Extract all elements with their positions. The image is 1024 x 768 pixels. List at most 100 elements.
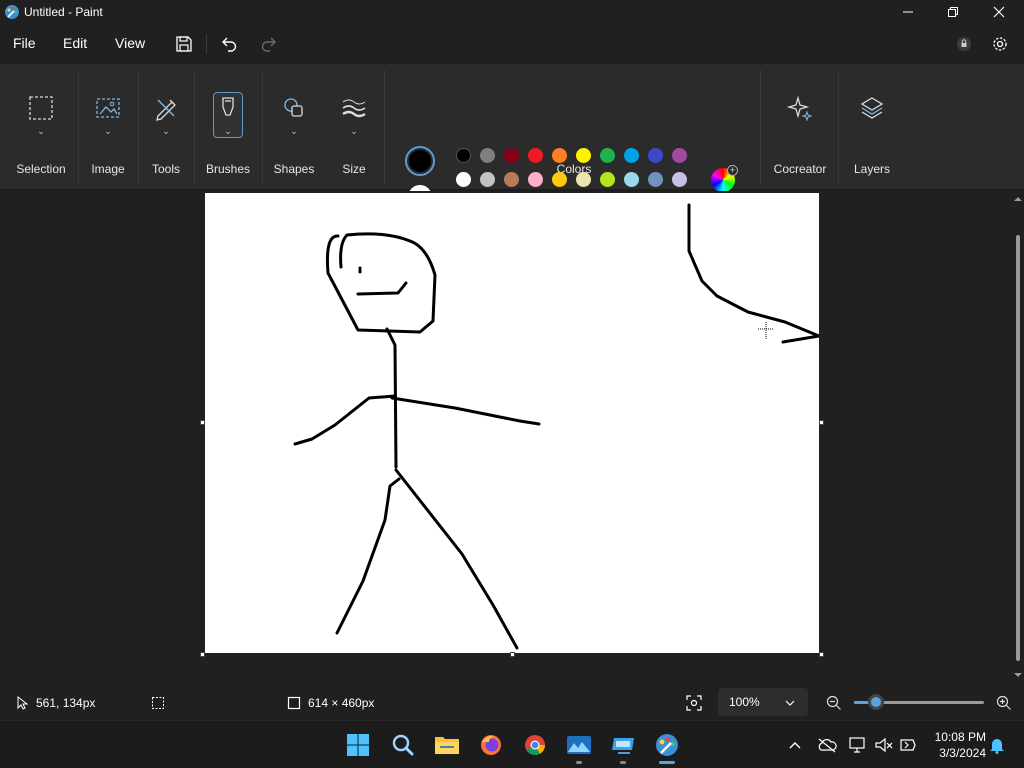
- color-swatch[interactable]: [624, 148, 639, 163]
- color-swatch[interactable]: [648, 172, 663, 187]
- size-group[interactable]: ⌄ Size: [330, 64, 378, 190]
- title-bar: Untitled - Paint: [0, 0, 1024, 24]
- layers-label: Layers: [853, 162, 891, 176]
- color-swatch[interactable]: [456, 172, 471, 187]
- color-swatch[interactable]: [600, 148, 615, 163]
- color-swatch[interactable]: [672, 148, 687, 163]
- zoom-in-icon[interactable]: [996, 695, 1012, 711]
- taskbar-clock[interactable]: 10:08 PM 3/3/2024: [926, 729, 986, 761]
- tray-network[interactable]: [848, 735, 868, 755]
- color-swatch[interactable]: [480, 148, 495, 163]
- taskbar-file-explorer[interactable]: [433, 731, 461, 759]
- zoom-slider-thumb[interactable]: [868, 694, 884, 710]
- gear-icon: [993, 37, 1007, 51]
- notifications-button[interactable]: [987, 735, 1007, 755]
- color-swatch[interactable]: [576, 148, 591, 163]
- taskbar: 10:08 PM 3/3/2024: [0, 720, 1024, 768]
- minimize-button[interactable]: [885, 0, 931, 24]
- tray-overflow-button[interactable]: [785, 735, 805, 755]
- cocreator-group[interactable]: Cocreator: [766, 64, 834, 190]
- settings-button[interactable]: [988, 32, 1012, 56]
- ribbon-divider: [194, 70, 195, 184]
- colors-label: Colors: [556, 162, 592, 176]
- color-swatch[interactable]: [552, 148, 567, 163]
- save-icon: [176, 36, 192, 52]
- stick-figure-head: [326, 232, 437, 334]
- clock-date: 3/3/2024: [939, 746, 986, 760]
- color-swatch[interactable]: [648, 148, 663, 163]
- resize-handle-left[interactable]: [200, 420, 205, 425]
- battery-icon: [900, 739, 916, 751]
- shapes-label: Shapes: [273, 162, 315, 176]
- cloud-off-icon: [818, 738, 837, 753]
- windows-start-icon: [347, 734, 369, 756]
- start-button[interactable]: [344, 731, 372, 759]
- fit-to-window-icon[interactable]: [686, 695, 702, 711]
- tray-volume[interactable]: [874, 735, 894, 755]
- layers-group[interactable]: Layers: [842, 64, 902, 190]
- zoom-dropdown[interactable]: 100%: [718, 688, 808, 716]
- ribbon-divider: [838, 70, 839, 184]
- color-swatch[interactable]: [624, 172, 639, 187]
- color-swatch[interactable]: [600, 172, 615, 187]
- taskbar-firefox[interactable]: [477, 731, 505, 759]
- color-swatch[interactable]: [504, 172, 519, 187]
- menu-edit[interactable]: Edit: [63, 35, 87, 51]
- color-swatch[interactable]: [528, 148, 543, 163]
- menu-view[interactable]: View: [115, 35, 145, 51]
- menu-bar: File Edit View: [0, 24, 1024, 64]
- scrollbar-thumb[interactable]: [1016, 235, 1020, 661]
- ribbon-divider: [760, 70, 761, 184]
- redo-button[interactable]: [257, 32, 281, 56]
- taskbar-remote-desktop[interactable]: [609, 731, 637, 759]
- layers-icon: [858, 94, 886, 122]
- taskbar-chrome[interactable]: [521, 731, 549, 759]
- color-swatch[interactable]: [504, 148, 519, 163]
- save-button[interactable]: [172, 32, 196, 56]
- shapes-group[interactable]: ⌄ Shapes: [266, 64, 322, 190]
- taskbar-search[interactable]: [389, 731, 417, 759]
- taskbar-paint[interactable]: [653, 731, 681, 759]
- undo-button[interactable]: [217, 32, 241, 56]
- running-indicator: [620, 761, 626, 764]
- resize-handle-bottom-right[interactable]: [819, 652, 824, 657]
- zoom-out-icon[interactable]: [826, 695, 842, 711]
- scroll-up-icon[interactable]: [1012, 193, 1024, 205]
- color-swatch[interactable]: [672, 172, 687, 187]
- resize-handle-bottom[interactable]: [510, 652, 515, 657]
- color-swatch[interactable]: [480, 172, 495, 187]
- resize-handle-right[interactable]: [819, 420, 824, 425]
- menu-file[interactable]: File: [13, 35, 36, 51]
- vertical-scrollbar[interactable]: [1012, 191, 1024, 685]
- menu-divider: [206, 34, 207, 54]
- ribbon-divider: [262, 70, 263, 184]
- brushes-group[interactable]: ⌄ Brushes: [200, 64, 256, 190]
- resize-handle-bottom-left[interactable]: [200, 652, 205, 657]
- color-swatch[interactable]: [456, 148, 471, 163]
- window-title: Untitled - Paint: [24, 5, 103, 19]
- primary-color[interactable]: [405, 146, 435, 176]
- brushes-label: Brushes: [205, 162, 251, 176]
- scroll-down-icon[interactable]: [1012, 669, 1024, 681]
- ribbon-divider: [78, 70, 79, 184]
- restore-button[interactable]: [930, 0, 976, 24]
- tray-onedrive[interactable]: [817, 735, 837, 755]
- tools-group[interactable]: ⌄ Tools: [142, 64, 190, 190]
- selection-rectangle-icon: [27, 94, 55, 122]
- tray-battery[interactable]: [898, 735, 918, 755]
- chevron-down-icon: ⌄: [224, 126, 232, 136]
- selection-label: Selection: [16, 162, 66, 176]
- color-swatch[interactable]: [552, 172, 567, 187]
- remote-desktop-icon: [612, 738, 634, 754]
- account-button[interactable]: [952, 32, 976, 56]
- image-group[interactable]: ⌄ Image: [82, 64, 134, 190]
- sparkle-icon: [786, 94, 814, 122]
- color-swatch[interactable]: [528, 172, 543, 187]
- paint-app-icon: [5, 5, 19, 19]
- taskbar-photos[interactable]: [565, 731, 593, 759]
- selection-group[interactable]: ⌄ Selection: [8, 64, 74, 190]
- close-button[interactable]: [976, 0, 1022, 24]
- color-swatch[interactable]: [576, 172, 591, 187]
- drawing-canvas[interactable]: [205, 193, 821, 653]
- redo-icon: [261, 37, 276, 52]
